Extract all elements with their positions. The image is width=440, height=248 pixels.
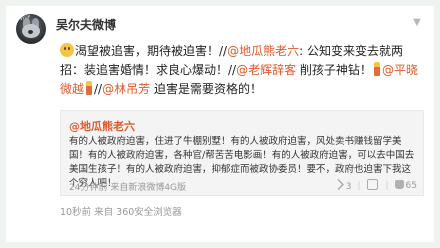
post-text-4: // bbox=[94, 82, 103, 96]
quoted-meta: 24分钟前 来自新浪微博4G版 bbox=[69, 180, 186, 193]
weibo-card: Wolf 吴尔夫微博 ▼ 渴望被追害，期待被迫害！//@地瓜熊老六: 公知变来变… bbox=[6, 6, 434, 242]
quoted-source[interactable]: 来自新浪微博4G版 bbox=[110, 183, 186, 193]
smiley-emoji-icon bbox=[60, 43, 74, 57]
like-button[interactable]: 65 bbox=[394, 180, 417, 191]
username[interactable]: 吴尔夫微博 bbox=[56, 16, 116, 33]
post-text-1: 渴望被追害，期待被迫害！// bbox=[75, 44, 228, 58]
share-button[interactable]: 3 bbox=[332, 179, 351, 192]
post-time[interactable]: 10秒前 bbox=[60, 207, 91, 218]
comment-button[interactable] bbox=[366, 179, 380, 192]
post-text-3: 削孩子神钻！ bbox=[296, 63, 372, 77]
candle-emoji-icon bbox=[86, 81, 93, 95]
mention-2[interactable]: @老辉辞客 bbox=[236, 63, 296, 77]
candle-emoji-icon bbox=[373, 62, 380, 76]
quoted-time[interactable]: 24分钟前 bbox=[69, 183, 107, 193]
mention-4[interactable]: @林吊芳 bbox=[102, 82, 150, 96]
post-text: 渴望被追害，期待被迫害！//@地瓜熊老六: 公知变来变去就两招：装追害婚情！求良… bbox=[60, 42, 424, 99]
quoted-stats: 3 | | 65 bbox=[332, 179, 417, 192]
avatar[interactable]: Wolf bbox=[16, 14, 46, 44]
quoted-author[interactable]: @地瓜熊老六 bbox=[69, 118, 135, 134]
post-text-5: 迫害是需要资格的！ bbox=[150, 82, 262, 96]
chevron-down-icon[interactable]: ▼ bbox=[410, 18, 424, 28]
quoted-post[interactable]: @地瓜熊老六 有的人被政府迫害，住进了牛棚别墅！有的人被政府迫害，风处卖书赚钱留… bbox=[60, 110, 424, 196]
share-icon bbox=[332, 179, 344, 190]
mention-1[interactable]: @地瓜熊老六 bbox=[227, 44, 299, 58]
like-icon bbox=[394, 180, 404, 189]
comment-icon bbox=[366, 179, 378, 190]
post-source: 来自 360安全浏览器 bbox=[94, 207, 182, 218]
post-footer: 10秒前 来自 360安全浏览器 bbox=[60, 204, 182, 218]
